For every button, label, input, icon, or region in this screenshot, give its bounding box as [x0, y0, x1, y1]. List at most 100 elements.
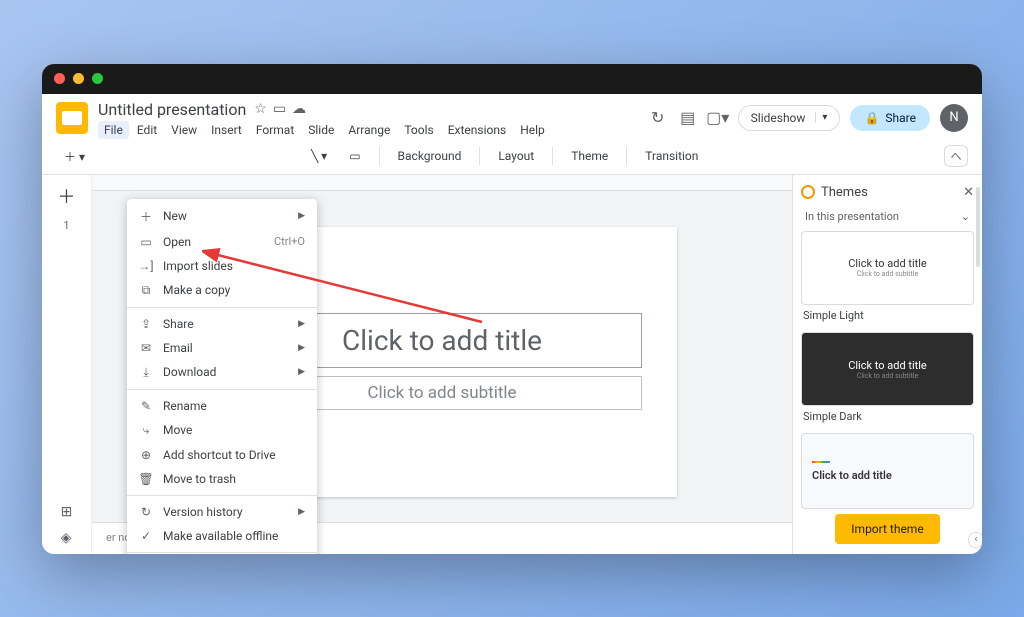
menu-item-label: Version history: [163, 505, 288, 519]
menu-item-label: Share: [163, 317, 288, 331]
share-label: Share: [885, 111, 916, 125]
slides-logo[interactable]: [56, 102, 88, 134]
version-history-icon: ↻: [139, 505, 153, 519]
menu-slide[interactable]: Slide: [302, 121, 340, 139]
new-slide-button[interactable]: ＋ ▾: [56, 144, 93, 169]
menu-tools[interactable]: Tools: [398, 121, 439, 139]
background-button[interactable]: Background: [390, 145, 470, 167]
menu-item-label: Rename: [163, 399, 305, 413]
minimize-window-icon[interactable]: [73, 73, 84, 84]
menu-item-label: Email: [163, 341, 288, 355]
rename-icon: ✎: [139, 399, 153, 413]
toolbar: ＋ ▾ x ╲ ▾ ▭ Background Layout Theme Tran…: [42, 139, 982, 175]
themes-panel: Themes ✕ In this presentation ⌄ Click to…: [792, 175, 982, 554]
menu-item-label: Make available offline: [163, 529, 305, 543]
doc-title[interactable]: Untitled presentation: [98, 100, 246, 119]
menu-separator: [127, 552, 317, 553]
menu-item-label: New: [163, 209, 288, 223]
menu-separator: [127, 495, 317, 496]
email-icon: ✉: [139, 341, 153, 355]
menu-help[interactable]: Help: [514, 121, 551, 139]
file-menu-share[interactable]: ⇪ Share ▶: [127, 312, 317, 336]
submenu-arrow-icon: ▶: [298, 319, 305, 329]
menu-file[interactable]: File: [98, 121, 129, 139]
textbox-tool[interactable]: ▭: [341, 145, 368, 167]
avatar[interactable]: N: [940, 104, 968, 132]
file-menu-import-slides[interactable]: →]Import slides: [127, 254, 317, 278]
file-menu-open[interactable]: ▭OpenCtrl+O: [127, 230, 317, 254]
menu-edit[interactable]: Edit: [131, 121, 163, 139]
file-menu-download[interactable]: ⤓Download▶: [127, 360, 317, 385]
slide-panel: ＋ 1 ⊞ ◈: [42, 175, 92, 554]
header-right: ↻ ▤ ▢▾ Slideshow ▾ 🔒 Share N: [648, 104, 968, 132]
file-menu-make-a-copy[interactable]: ⧉ Make a copy: [127, 278, 317, 303]
slideshow-label: Slideshow: [751, 111, 806, 125]
star-icon[interactable]: ☆: [254, 101, 267, 117]
line-tool[interactable]: ╲ ▾: [303, 145, 335, 167]
file-menu-move-to-trash[interactable]: 🗑Move to trash: [127, 467, 317, 491]
scrollbar[interactable]: [976, 187, 980, 267]
file-menu-dropdown: ＋New▶▭OpenCtrl+O→]Import slides⧉Make a c…: [127, 199, 317, 554]
share-icon: ⇪: [139, 317, 153, 331]
ruler: [92, 175, 792, 191]
file-menu-add-shortcut-to-drive[interactable]: ⊕ Add shortcut to Drive: [127, 443, 317, 467]
app-window: Untitled presentation ☆ ▭ ☁ File Edit Vi…: [42, 64, 982, 554]
move-icon: ⤷: [139, 423, 153, 438]
close-themes-icon[interactable]: ✕: [963, 185, 974, 200]
menu-item-label: Move to trash: [163, 472, 305, 486]
close-window-icon[interactable]: [54, 73, 65, 84]
comments-icon[interactable]: ▤: [678, 108, 698, 128]
theme-streamline[interactable]: Click to add title: [801, 433, 974, 509]
menu-item-label: Move: [163, 423, 305, 437]
import-theme-button[interactable]: Import theme: [835, 514, 939, 544]
meet-icon[interactable]: ▢▾: [708, 108, 728, 128]
import-slides-icon: →]: [139, 259, 153, 273]
shortcut-label: Ctrl+O: [274, 235, 305, 248]
themes-icon: [801, 185, 815, 199]
themes-title: Themes: [821, 185, 868, 200]
grid-view-icon[interactable]: ⊞: [61, 504, 73, 520]
submenu-arrow-icon: ▶: [298, 211, 305, 221]
file-menu-new[interactable]: ＋New▶: [127, 203, 317, 230]
menu-view[interactable]: View: [165, 121, 203, 139]
menu-arrange[interactable]: Arrange: [342, 121, 396, 139]
add-slide-icon[interactable]: ＋: [58, 183, 76, 209]
themes-subheading: In this presentation: [805, 210, 899, 223]
transition-button[interactable]: Transition: [637, 145, 706, 167]
open-icon: ▭: [139, 235, 153, 249]
lock-icon: 🔒: [864, 111, 879, 125]
layout-button[interactable]: Layout: [490, 145, 542, 167]
menu-insert[interactable]: Insert: [205, 121, 248, 139]
theme-button[interactable]: Theme: [563, 145, 616, 167]
history-icon[interactable]: ↻: [648, 108, 668, 128]
menu-bar: File Edit View Insert Format Slide Arran…: [98, 121, 638, 139]
menu-item-label: Make a copy: [163, 283, 305, 297]
theme-name-dark: Simple Dark: [801, 410, 974, 423]
file-menu-make-available-offline[interactable]: ✓Make available offline: [127, 524, 317, 548]
theme-simple-dark[interactable]: Click to add title Click to add subtitle: [801, 332, 974, 406]
menu-item-label: Add shortcut to Drive: [163, 448, 305, 462]
submenu-arrow-icon: ▶: [298, 343, 305, 353]
explore-icon[interactable]: ◈: [61, 530, 73, 546]
file-menu-move[interactable]: ⤷ Move: [127, 418, 317, 443]
maximize-window-icon[interactable]: [92, 73, 103, 84]
menu-format[interactable]: Format: [250, 121, 300, 139]
slideshow-dropdown-icon[interactable]: ▾: [815, 112, 827, 123]
chevron-down-icon[interactable]: ⌄: [961, 210, 970, 223]
menu-separator: [127, 389, 317, 390]
make-a-copy-icon: ⧉: [139, 283, 153, 298]
download-icon: ⤓: [139, 365, 153, 380]
file-menu-rename[interactable]: ✎ Rename: [127, 394, 317, 418]
file-menu-version-history[interactable]: ↻Version history▶: [127, 500, 317, 524]
share-button[interactable]: 🔒 Share: [850, 105, 930, 131]
move-icon[interactable]: ▭: [273, 101, 286, 117]
slide-thumb-number: 1: [63, 219, 69, 232]
slideshow-button[interactable]: Slideshow ▾: [738, 105, 841, 131]
menu-extensions[interactable]: Extensions: [442, 121, 512, 139]
collapse-toolbar-icon[interactable]: ヘ: [944, 145, 968, 167]
file-menu-email[interactable]: ✉ Email ▶: [127, 336, 317, 360]
theme-simple-light[interactable]: Click to add title Click to add subtitle: [801, 231, 974, 305]
collapse-panel-icon[interactable]: ‹: [968, 532, 982, 548]
cloud-icon[interactable]: ☁: [292, 101, 306, 117]
add-shortcut-to-drive-icon: ⊕: [139, 448, 153, 462]
